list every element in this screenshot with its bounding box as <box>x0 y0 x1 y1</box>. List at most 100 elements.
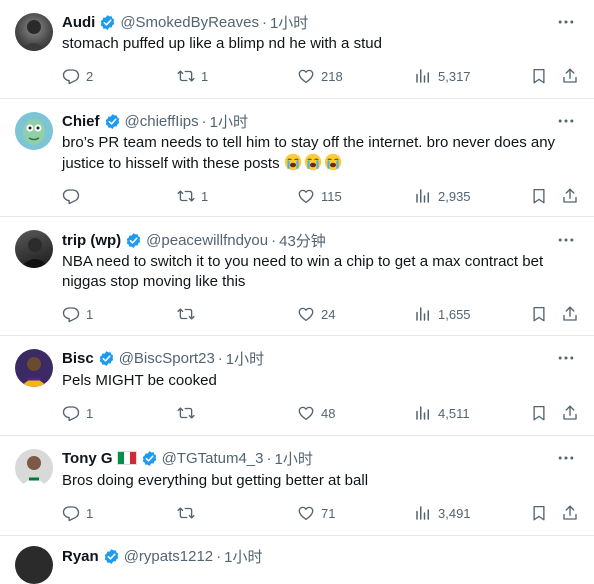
tweet-text: Bros doing everything but getting better… <box>62 472 369 489</box>
timestamp[interactable]: 43分钟 <box>279 230 326 251</box>
avatar[interactable] <box>15 546 53 584</box>
views-icon <box>414 504 432 522</box>
avatar[interactable] <box>15 449 53 487</box>
tweet-header: trip (wp) @peacewillfndyou · 43分钟 <box>62 229 326 251</box>
repost-icon <box>177 404 195 422</box>
share-button[interactable] <box>559 303 581 325</box>
display-name[interactable]: trip (wp) <box>62 232 121 249</box>
timestamp[interactable]: 1小时 <box>224 546 262 567</box>
timestamp[interactable]: 1小时 <box>270 12 308 33</box>
tweet-text: stomach puffed up like a blimp nd he wit… <box>62 35 382 52</box>
share-button[interactable] <box>559 402 581 424</box>
view-count: 4,511 <box>438 405 470 421</box>
user-handle[interactable]: @peacewillfndyou <box>146 232 268 249</box>
action-bar: 2 1 218 5,317 <box>62 65 580 87</box>
bookmark-button[interactable] <box>528 185 550 207</box>
display-name[interactable]: Chief <box>62 113 100 130</box>
display-name[interactable]: Bisc <box>62 350 94 367</box>
reply-icon <box>62 67 80 85</box>
avatar[interactable] <box>15 349 53 387</box>
views-button[interactable]: 4,511 <box>414 402 470 424</box>
bookmark-button[interactable] <box>528 65 550 87</box>
bookmark-button[interactable] <box>528 402 550 424</box>
views-button[interactable]: 5,317 <box>414 65 471 87</box>
like-count: 71 <box>321 505 336 521</box>
timestamp[interactable]: 1小时 <box>226 348 264 369</box>
bookmark-button[interactable] <box>528 303 550 325</box>
verified-badge-icon <box>99 14 116 31</box>
display-name[interactable]: Tony G <box>62 450 113 467</box>
more-options-icon[interactable] <box>556 448 576 468</box>
share-icon <box>561 67 579 85</box>
avatar[interactable] <box>15 230 53 268</box>
like-button[interactable]: 71 <box>297 502 335 524</box>
tweet[interactable]: Bisc @BiscSport23 · 1小时 Pels MIGHT be co… <box>0 336 594 436</box>
bookmark-button[interactable] <box>528 502 550 524</box>
timestamp[interactable]: 1小时 <box>210 111 248 132</box>
repost-button[interactable]: 1 <box>177 185 208 207</box>
views-button[interactable]: 3,491 <box>414 502 471 524</box>
heart-icon <box>297 67 315 85</box>
user-handle[interactable]: @BiscSport23 <box>119 350 215 367</box>
repost-button[interactable] <box>177 303 201 325</box>
tweet[interactable]: Audi @SmokedByReaves · 1小时 stomach puffe… <box>0 0 594 99</box>
user-handle[interactable]: @SmokedByReaves <box>120 14 259 31</box>
separator-dot: · <box>217 349 223 367</box>
reply-icon <box>62 305 80 323</box>
reply-count: 1 <box>86 405 94 421</box>
display-name[interactable]: Audi <box>62 14 95 31</box>
like-button[interactable]: 218 <box>297 65 343 87</box>
like-button[interactable]: 48 <box>297 402 335 424</box>
more-options-icon[interactable] <box>556 348 576 368</box>
reply-button[interactable]: 1 <box>62 303 93 325</box>
views-icon <box>414 305 432 323</box>
bookmark-icon <box>530 404 548 422</box>
tweet[interactable]: trip (wp) @peacewillfndyou · 43分钟 NBA ne… <box>0 217 594 336</box>
user-handle[interactable]: @chieffIips <box>125 113 199 130</box>
reply-button[interactable]: 1 <box>62 402 93 424</box>
display-name[interactable]: Ryan <box>62 548 99 565</box>
heart-icon <box>297 187 315 205</box>
action-bar: 1 48 4,511 <box>62 402 580 424</box>
share-button[interactable] <box>559 185 581 207</box>
reply-count: 2 <box>86 68 94 84</box>
avatar[interactable] <box>15 13 53 51</box>
more-options-icon[interactable] <box>556 111 576 131</box>
verified-badge-icon <box>98 350 115 367</box>
tweet[interactable]: Ryan @rypats1212 · 1小时 <box>0 536 594 584</box>
like-button[interactable]: 115 <box>297 185 342 207</box>
loudly-crying-face-icon <box>324 153 342 171</box>
reply-button[interactable]: 1 <box>62 502 93 524</box>
views-button[interactable]: 1,655 <box>414 303 471 325</box>
verified-badge-icon <box>141 450 158 467</box>
bookmark-icon <box>530 504 548 522</box>
separator-dot: · <box>266 449 272 467</box>
more-options-icon[interactable] <box>556 12 576 32</box>
repost-button[interactable] <box>177 502 201 524</box>
share-icon <box>561 305 579 323</box>
like-count: 24 <box>321 306 336 322</box>
action-bar: 1 71 3,491 <box>62 502 580 524</box>
repost-button[interactable]: 1 <box>177 65 208 87</box>
user-handle[interactable]: @rypats1212 <box>124 548 213 565</box>
action-bar: 1 24 1,655 <box>62 303 580 325</box>
views-icon <box>414 404 432 422</box>
reply-button[interactable] <box>62 185 86 207</box>
reply-button[interactable]: 2 <box>62 65 93 87</box>
like-button[interactable]: 24 <box>297 303 335 325</box>
more-options-icon[interactable] <box>556 230 576 250</box>
tweet-text: bro’s PR team needs to tell him to stay … <box>62 133 574 174</box>
tweet[interactable]: Chief @chieffIips · 1小时 bro’s PR team ne… <box>0 99 594 217</box>
tweet-header: Bisc @BiscSport23 · 1小时 <box>62 347 264 369</box>
share-button[interactable] <box>559 65 581 87</box>
repost-button[interactable] <box>177 402 201 424</box>
avatar[interactable] <box>15 112 53 150</box>
share-button[interactable] <box>559 502 581 524</box>
tweet[interactable]: Tony G @TGTatum4_3 · 1小时 Bros doing ever… <box>0 436 594 536</box>
user-handle[interactable]: @TGTatum4_3 <box>162 450 264 467</box>
repost-count: 1 <box>201 188 209 204</box>
timestamp[interactable]: 1小时 <box>275 448 313 469</box>
views-button[interactable]: 2,935 <box>414 185 471 207</box>
separator-dot: · <box>201 112 207 130</box>
tweet-header: Chief @chieffIips · 1小时 <box>62 110 248 132</box>
